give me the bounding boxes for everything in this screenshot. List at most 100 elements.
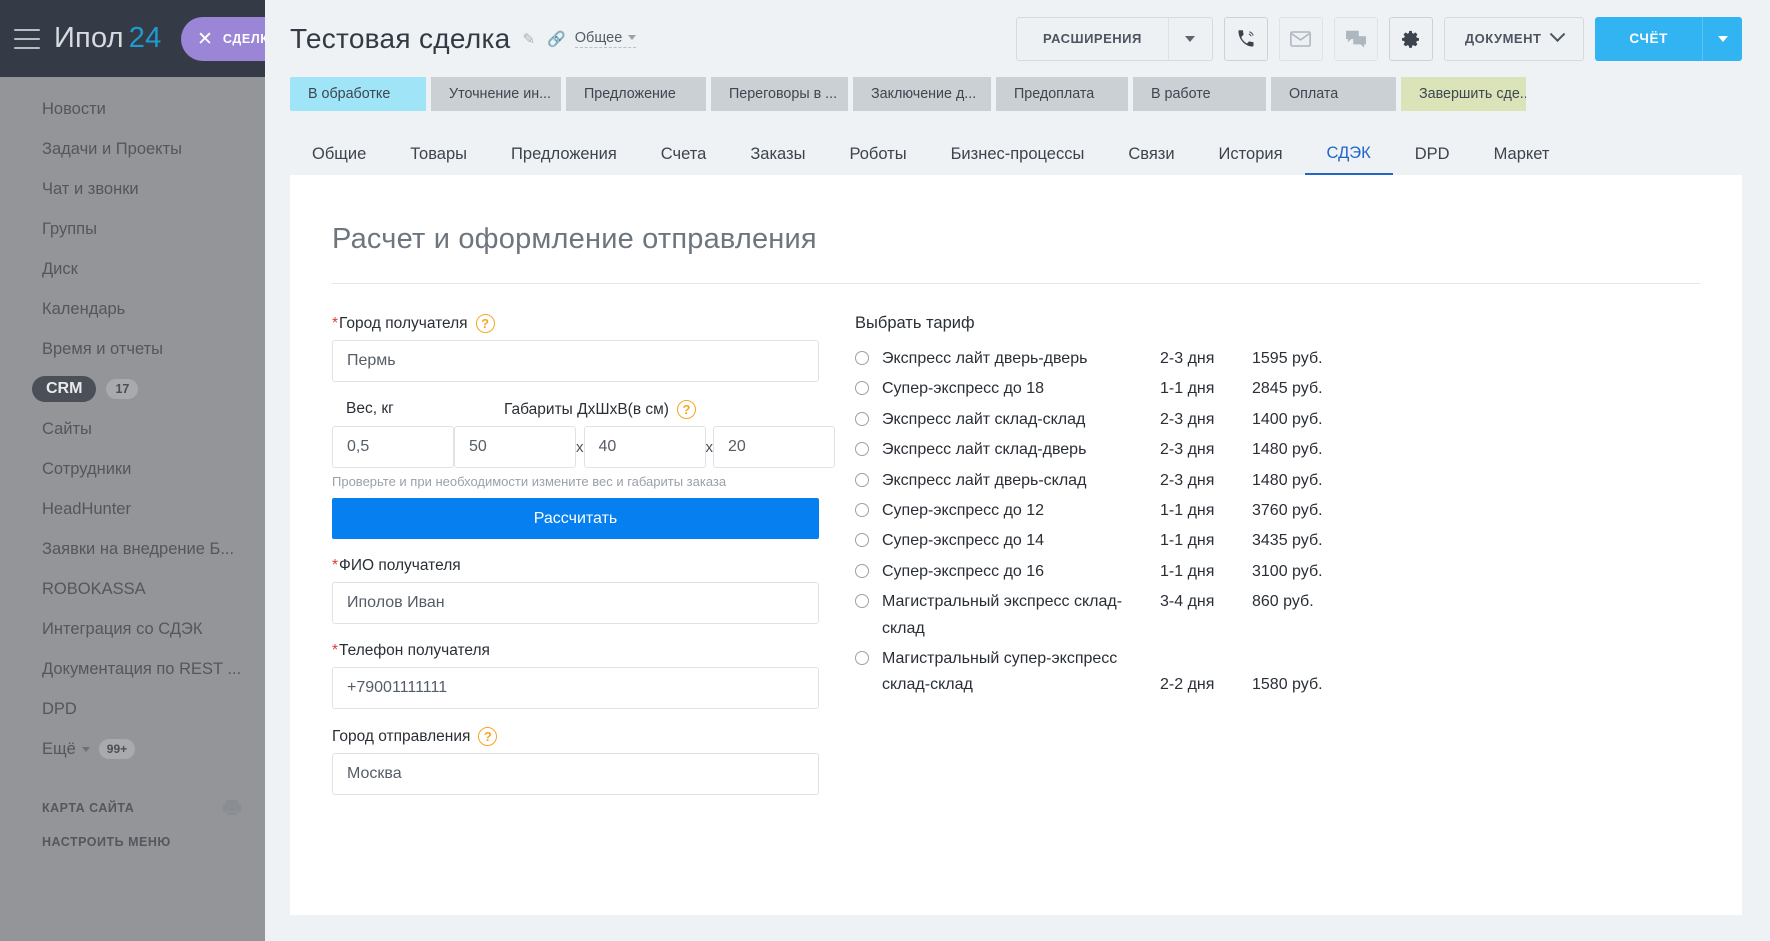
- tariff-radio[interactable]: [855, 442, 869, 457]
- invoice-dropdown-toggle[interactable]: [1702, 16, 1742, 61]
- chat-button[interactable]: [1333, 16, 1378, 61]
- tariff-row[interactable]: Магистральный супер-экспресс склад-склад…: [855, 646, 1700, 699]
- tariff-row[interactable]: Экспресс лайт дверь-дверь 2-3 дня 1595 руб…: [855, 346, 1700, 372]
- question-icon[interactable]: ?: [478, 727, 498, 746]
- tariff-row[interactable]: Магистральный экспресс склад-склад 3-4 дн…: [855, 589, 1700, 642]
- extensions-button[interactable]: РАСШИРЕНИЯ: [1016, 16, 1213, 61]
- stage-5[interactable]: Предоплата: [996, 77, 1128, 111]
- tariff-radio[interactable]: [855, 502, 869, 517]
- deal-category-selector[interactable]: Общее: [574, 29, 637, 48]
- tab-6[interactable]: Бизнес-процессы: [929, 133, 1107, 175]
- sidebar-item-0[interactable]: Новости: [0, 89, 265, 129]
- stage-1[interactable]: Уточнение ин...: [431, 77, 561, 111]
- sidebar-item-4[interactable]: Диск: [0, 249, 265, 289]
- sidebar-item-label: Заявки на внедрение Б...: [42, 539, 235, 558]
- stage-6[interactable]: В работе: [1133, 77, 1266, 111]
- sidebar-item-label: Время и отчеты: [42, 339, 164, 358]
- tariff-radio[interactable]: [855, 351, 869, 365]
- tariff-radio[interactable]: [855, 472, 869, 487]
- tab-3[interactable]: Счета: [639, 133, 729, 175]
- sidebar-item-15[interactable]: DPD: [0, 689, 265, 729]
- stage-7[interactable]: Оплата: [1271, 77, 1396, 111]
- sidebar-item-10[interactable]: HeadHunter: [0, 489, 265, 529]
- tariff-price: 3100 руб.: [1252, 562, 1323, 580]
- sidebar-item-label: Новости: [42, 99, 106, 118]
- tariff-radio[interactable]: [855, 650, 869, 665]
- tab-8[interactable]: История: [1197, 133, 1305, 175]
- email-button[interactable]: [1278, 16, 1323, 61]
- link-icon[interactable]: 🔗: [547, 30, 566, 48]
- extensions-dropdown-toggle[interactable]: [1167, 17, 1212, 60]
- stage-8[interactable]: Завершить сде...: [1401, 77, 1526, 111]
- chevron-down-icon: [628, 35, 637, 41]
- menu-burger-icon[interactable]: [14, 28, 40, 49]
- city-to-input[interactable]: [332, 340, 819, 382]
- stage-3[interactable]: Переговоры в ...: [711, 77, 848, 111]
- document-button[interactable]: ДОКУМЕНТ: [1443, 16, 1585, 61]
- stage-2[interactable]: Предложение: [566, 77, 706, 111]
- fio-input[interactable]: [332, 582, 819, 624]
- invoice-button[interactable]: СЧЁТ: [1595, 16, 1742, 61]
- tab-9[interactable]: СДЭК: [1304, 133, 1393, 175]
- question-icon[interactable]: ?: [475, 314, 495, 333]
- tab-4[interactable]: Заказы: [728, 133, 827, 175]
- dim-width-input[interactable]: [583, 426, 706, 468]
- sidebar-item-8[interactable]: Сайты: [0, 409, 265, 449]
- tariff-radio[interactable]: [855, 533, 869, 548]
- app-logo[interactable]: Ипол 24: [54, 22, 161, 55]
- sidebar-item-5[interactable]: Календарь: [0, 289, 265, 329]
- sidebar-item-6[interactable]: Время и отчеты: [0, 329, 265, 369]
- tariff-radio[interactable]: [855, 381, 869, 396]
- edit-pencil-icon[interactable]: ✎: [523, 30, 536, 48]
- sidebar-item-11[interactable]: Заявки на внедрение Б...: [0, 529, 265, 569]
- logo-text: Ипол: [54, 22, 124, 54]
- weight-input[interactable]: [332, 426, 454, 468]
- calculate-button[interactable]: Рассчитать: [332, 498, 819, 539]
- configure-menu-row[interactable]: НАСТРОИТЬ МЕНЮ: [42, 825, 265, 859]
- phone-input[interactable]: [332, 667, 819, 709]
- tariff-heading: Выбрать тариф: [855, 314, 975, 332]
- tariff-row[interactable]: Экспресс лайт склад-дверь 2-3 дня 1480 руб…: [855, 437, 1700, 463]
- tariff-row[interactable]: Супер-экспресс до 12 1-1 дня 3760 руб.: [855, 498, 1700, 524]
- tariff-radio[interactable]: [855, 563, 869, 578]
- tariff-row[interactable]: Супер-экспресс до 16 1-1 дня 3100 руб.: [855, 559, 1700, 585]
- city-from-input[interactable]: [332, 753, 819, 795]
- chat-bubbles-icon: [1345, 30, 1366, 48]
- sidebar-item-3[interactable]: Группы: [0, 209, 265, 249]
- tariff-radio[interactable]: [855, 594, 869, 609]
- tariff-row[interactable]: Экспресс лайт дверь-склад 2-3 дня 1480 руб…: [855, 468, 1700, 494]
- question-icon[interactable]: ?: [676, 400, 696, 419]
- sidebar-item-1[interactable]: Задачи и Проекты: [0, 129, 265, 169]
- tab-2[interactable]: Предложения: [489, 133, 639, 175]
- tab-10[interactable]: DPD: [1393, 133, 1472, 175]
- stage-0[interactable]: В обработке: [290, 77, 426, 111]
- tab-7[interactable]: Связи: [1106, 133, 1196, 175]
- tab-0[interactable]: Общие: [290, 133, 388, 175]
- dim-height-input[interactable]: [713, 426, 835, 468]
- call-button[interactable]: [1223, 16, 1268, 61]
- dim-length-input[interactable]: [454, 426, 576, 468]
- sidebar-item-14[interactable]: Документация по REST ...: [0, 649, 265, 689]
- sidebar-item-9[interactable]: Сотрудники: [0, 449, 265, 489]
- tariff-radio[interactable]: [855, 411, 869, 426]
- sidebar-item-13[interactable]: Интеграция со СДЭК: [0, 609, 265, 649]
- tab-11[interactable]: Маркет: [1472, 133, 1572, 175]
- tab-5[interactable]: Роботы: [827, 133, 928, 175]
- deal-category-label: Общее: [574, 29, 623, 46]
- sidebar-item-2[interactable]: Чат и звонки: [0, 169, 265, 209]
- sidebar-item-16[interactable]: Ещё 99+: [0, 729, 265, 769]
- sidebar-item-7[interactable]: CRM 17: [0, 369, 265, 409]
- tariff-row[interactable]: Супер-экспресс до 18 1-1 дня 2845 руб.: [855, 376, 1700, 402]
- tab-1[interactable]: Товары: [388, 133, 489, 175]
- printer-icon[interactable]: [223, 800, 241, 816]
- stage-4[interactable]: Заключение д...: [853, 77, 991, 111]
- tariff-row[interactable]: Экспресс лайт склад-склад 2-3 дня 1400 руб…: [855, 407, 1700, 433]
- close-icon[interactable]: ✕: [197, 30, 213, 49]
- sitemap-row[interactable]: КАРТА САЙТА: [42, 791, 265, 825]
- card-title: Расчет и оформление отправления: [332, 223, 817, 255]
- sidebar-item-12[interactable]: ROBOKASSA: [0, 569, 265, 609]
- tariff-name: Экспресс лайт склад-склад: [882, 410, 1086, 428]
- tariff-row[interactable]: Супер-экспресс до 14 1-1 дня 3435 руб.: [855, 528, 1700, 554]
- tariff-name: Супер-экспресс до 12: [882, 501, 1045, 519]
- settings-button[interactable]: [1388, 16, 1433, 61]
